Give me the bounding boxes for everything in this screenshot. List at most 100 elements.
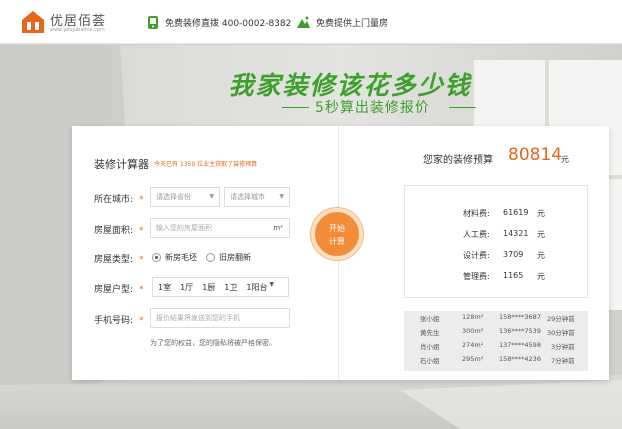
- chevron-down-icon: ▼: [209, 193, 214, 200]
- city-select[interactable]: 请选择城市 ▼: [224, 187, 290, 207]
- area-label-text: 房屋面积:: [94, 226, 134, 236]
- city-placeholder: 请选择城市: [230, 193, 265, 201]
- record-name: 黄先生: [420, 329, 440, 337]
- province-select[interactable]: 请选择省份 ▼: [150, 187, 220, 207]
- calculator-card: 装修计算器 今天已有 1359 位业主获取了装修预算 所在城市: * 请选择省份 …: [72, 126, 609, 380]
- subline-right-rule: [449, 107, 476, 108]
- required-mark: *: [139, 285, 144, 295]
- record-phone: 158****4236: [499, 355, 541, 363]
- recent-records: 张小姐 128m² 158****3687 29分钟前 黄先生 300m² 13…: [404, 311, 588, 371]
- record-phone: 137****4598: [499, 341, 541, 349]
- layout-kitchen[interactable]: 1厨: [202, 282, 215, 293]
- layout-label-text: 房屋户型:: [94, 285, 134, 295]
- budget-unit: 元: [561, 155, 569, 164]
- list-item: 肖小姐 274m² 137****4598 3分钟前: [404, 341, 588, 353]
- city-label: 所在城市: *: [94, 192, 144, 205]
- phone-icon: [148, 15, 158, 29]
- phone-label: 手机号码: *: [94, 313, 144, 326]
- measure-text: 免费提供上门量房: [316, 18, 389, 29]
- layout-hall[interactable]: 1厅: [180, 282, 193, 293]
- calculator-note: 今天已有 1359 位业主获取了装修预算: [154, 161, 258, 168]
- subline-text: 5秒算出装修报价: [315, 100, 430, 116]
- layout-room[interactable]: 1室: [158, 282, 171, 293]
- layout-bath[interactable]: 1卫: [224, 282, 237, 293]
- cost-unit: 元: [537, 209, 545, 218]
- calculator-title: 装修计算器: [94, 158, 149, 171]
- type-old-radio[interactable]: 旧房翻新: [206, 252, 251, 263]
- record-name: 石小姐: [420, 357, 440, 365]
- cost-unit: 元: [537, 230, 545, 239]
- free-measure[interactable]: 免费提供上门量房: [297, 14, 388, 30]
- area-input[interactable]: 输入您的房屋面积 m²: [150, 218, 290, 238]
- cost-label: 管理费:: [463, 272, 490, 281]
- list-item: 石小姐 295m² 158****4236 7分钟前: [404, 355, 588, 367]
- record-area: 128m²: [462, 313, 484, 321]
- required-mark: *: [139, 316, 144, 326]
- hotline[interactable]: 免费装修直拨 400-0002-8382: [147, 14, 291, 30]
- cost-unit: 元: [537, 251, 545, 260]
- type-old-label: 旧房翻新: [219, 253, 251, 262]
- record-time: 7分钟前: [551, 357, 575, 365]
- layout-label: 房屋户型: *: [94, 282, 144, 295]
- list-item: 张小姐 128m² 158****3687 29分钟前: [404, 313, 588, 325]
- record-area: 300m²: [462, 327, 484, 335]
- phone-label-text: 手机号码:: [94, 316, 134, 326]
- hotline-text: 免费装修直拨 400-0002-8382: [165, 18, 292, 29]
- area-label: 房屋面积: *: [94, 223, 144, 236]
- start-line1: 开始: [329, 224, 345, 233]
- chevron-down-icon: ▼: [269, 281, 274, 288]
- list-item: 黄先生 300m² 136****7539 30分钟前: [404, 327, 588, 339]
- record-time: 30分钟前: [547, 329, 575, 337]
- type-label-text: 房屋类型:: [94, 255, 134, 265]
- radio-selected-icon: [152, 253, 161, 262]
- cost-label: 人工费:: [463, 230, 490, 239]
- cost-value: 1165: [503, 271, 524, 280]
- record-name: 肖小姐: [420, 343, 440, 351]
- record-name: 张小姐: [420, 315, 440, 323]
- record-phone: 136****7539: [499, 327, 541, 335]
- cost-row: 材料费: 61619 元: [405, 208, 589, 222]
- phone-input[interactable]: 报价结果将发送到您的手机: [150, 308, 290, 328]
- banner-subline: 5秒算出装修报价: [282, 97, 482, 117]
- privacy-note: 为了您的权益，您的隐私将被严格保密。: [150, 339, 276, 347]
- budget-label: 您家的装修预算: [423, 155, 493, 166]
- area-unit: m²: [273, 224, 283, 232]
- site-logo[interactable]: 优居佰荟 www.youjubaihui.com: [20, 8, 160, 36]
- area-placeholder: 输入您的房屋面积: [156, 224, 212, 232]
- type-new-label: 新房毛坯: [165, 253, 197, 262]
- layout-select[interactable]: 1室 1厅 1厨 1卫 1阳台 ▼: [152, 277, 289, 297]
- layout-balcony[interactable]: 1阳台: [246, 282, 267, 293]
- start-calculate-button[interactable]: 开始 计算: [311, 208, 363, 260]
- cost-value: 3709: [503, 250, 524, 259]
- measure-house-icon: [297, 16, 310, 28]
- province-placeholder: 请选择省份: [156, 193, 191, 201]
- record-area: 274m²: [462, 341, 484, 349]
- city-label-text: 所在城市:: [94, 195, 134, 205]
- required-mark: *: [139, 226, 144, 236]
- start-line2: 计算: [329, 237, 345, 246]
- cost-value: 14321: [503, 229, 529, 238]
- budget-value: 80814: [508, 145, 563, 165]
- logo-url: www.youjubaihui.com: [50, 27, 105, 33]
- cost-label: 设计费:: [463, 251, 490, 260]
- house-logo-icon: [22, 11, 44, 33]
- record-area: 295m²: [462, 355, 484, 363]
- required-mark: *: [139, 195, 144, 205]
- phone-placeholder: 报价结果将发送到您的手机: [156, 314, 240, 322]
- required-mark: *: [139, 255, 144, 265]
- type-new-radio[interactable]: 新房毛坯: [152, 252, 197, 263]
- type-label: 房屋类型: *: [94, 252, 144, 265]
- cost-row: 设计费: 3709 元: [405, 250, 589, 264]
- cost-row: 管理费: 1165 元: [405, 271, 589, 285]
- cost-row: 人工费: 14321 元: [405, 229, 589, 243]
- subline-left-rule: [282, 107, 309, 108]
- cost-unit: 元: [537, 272, 545, 281]
- record-phone: 158****3687: [499, 313, 541, 321]
- chevron-down-icon: ▼: [279, 193, 284, 200]
- record-time: 29分钟前: [547, 315, 575, 323]
- top-header: 优居佰荟 www.youjubaihui.com 免费装修直拨 400-0002…: [0, 0, 622, 44]
- radio-unselected-icon: [206, 253, 215, 262]
- cost-label: 材料费:: [463, 209, 490, 218]
- cost-breakdown: 材料费: 61619 元 人工费: 14321 元 设计费: 3709 元 管理…: [404, 185, 588, 298]
- cost-value: 61619: [503, 208, 529, 217]
